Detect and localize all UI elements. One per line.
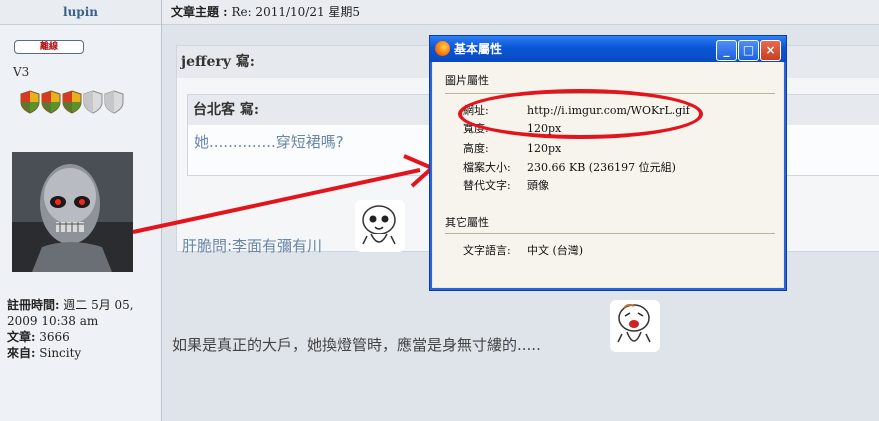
info-registered: 註冊時間: 週二 5月 05, 2009 10:38 am: [7, 298, 134, 328]
emoticon-laugh-icon: [610, 300, 660, 352]
user-info: 註冊時間: 週二 5月 05, 2009 10:38 am 文章: 3666 來…: [7, 297, 157, 361]
image-properties-dialog[interactable]: 基本屬性 _ □ × 圖片屬性 網址: http://i.imgur.com/WO…: [429, 35, 787, 291]
info-location: 來自: Sincity: [7, 346, 82, 360]
author-username[interactable]: lupin: [0, 0, 161, 25]
topic-label: 文章主題 :: [171, 5, 228, 19]
section-other-properties: 其它屬性: [445, 216, 489, 229]
info-posts: 文章: 3666: [7, 330, 70, 344]
annotation-circle: [458, 89, 703, 139]
dialog-title: 基本屬性: [454, 42, 503, 56]
offline-status-badge: 離線: [14, 40, 84, 54]
close-button[interactable]: ×: [760, 40, 781, 61]
minimize-button[interactable]: _: [716, 40, 737, 61]
post-message: 如果是真正的大戶，她換燈管時，應當是身無寸縷的.....: [172, 336, 541, 354]
shield-icon: [62, 90, 82, 114]
rank-shields: [20, 90, 124, 114]
emoticon-face-icon: [355, 200, 405, 252]
shield-empty-icon: [104, 90, 124, 114]
section-image-properties: 圖片屬性: [445, 74, 489, 87]
prop-file-size: 檔案大小: 230.66 KB (236197 位元組): [463, 161, 676, 174]
prop-height: 高度: 120px: [463, 142, 562, 155]
shield-icon: [20, 90, 40, 114]
maximize-button[interactable]: □: [738, 40, 759, 61]
topic-header: 文章主題 : Re: 2011/10/21 星期5: [162, 0, 879, 25]
shield-icon: [41, 90, 61, 114]
prop-alt-text: 替代文字: 頭像: [463, 179, 549, 192]
avatar[interactable]: [12, 152, 133, 272]
section-divider: [445, 233, 775, 234]
prop-language: 文字語言: 中文 (台灣): [463, 244, 584, 257]
topic-title: Re: 2011/10/21 星期5: [231, 5, 361, 19]
dialog-titlebar[interactable]: 基本屬性 _ □ ×: [430, 36, 786, 62]
shield-empty-icon: [83, 90, 103, 114]
outer-quote-text: 肝脆問:李面有彌有川: [182, 237, 323, 255]
user-rank: V3: [13, 65, 30, 79]
firefox-icon: [435, 41, 450, 56]
terminator-avatar-image: [12, 152, 133, 272]
